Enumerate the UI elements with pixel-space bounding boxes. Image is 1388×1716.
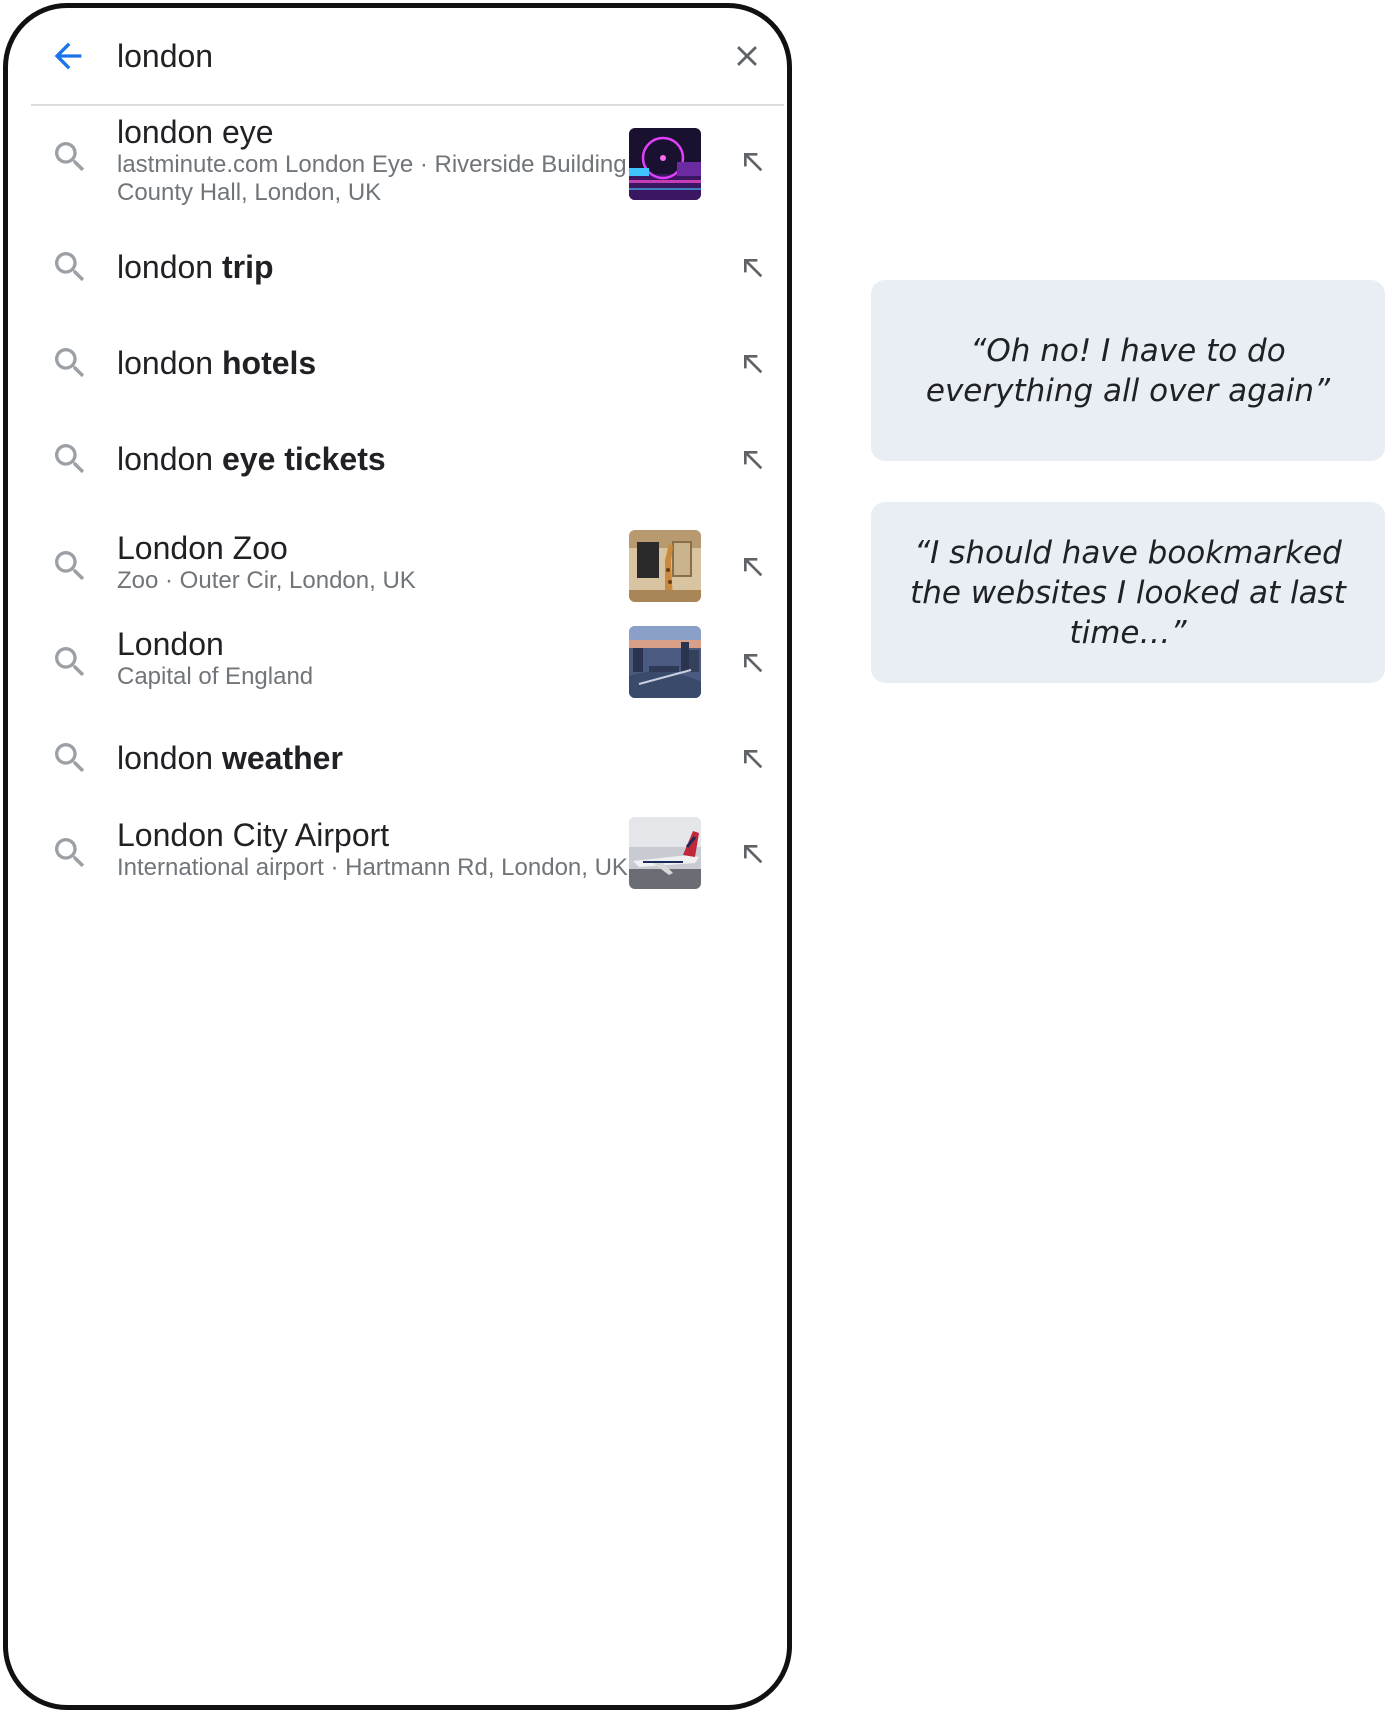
search-icon — [55, 743, 85, 773]
suggestion-row[interactable]: london hotels — [26, 333, 786, 393]
suggestion-row[interactable]: london trip — [26, 237, 786, 297]
search-icon — [55, 252, 85, 282]
suggestion-subtitle: Zoo · Outer Cir, London, UK — [117, 567, 416, 594]
quote-text: “Oh no! I have to do everything all over… — [926, 331, 1330, 411]
arrow-up-left-icon[interactable] — [736, 145, 768, 177]
suggestion-subtitle: Capital of England — [117, 663, 314, 690]
search-icon — [55, 838, 85, 868]
search-icon — [55, 551, 85, 581]
suggestion-subtitle: County Hall, London, UK — [117, 179, 382, 206]
suggestion-row[interactable]: London Capital of England — [26, 622, 786, 702]
arrow-up-left-icon[interactable] — [736, 837, 768, 869]
arrow-up-left-icon[interactable] — [736, 646, 768, 678]
quote-line: the websites I looked at last — [910, 574, 1346, 611]
thumbnail-image — [629, 817, 701, 889]
suggestion-title: London — [117, 626, 224, 662]
arrow-up-left-icon[interactable] — [736, 347, 768, 379]
suggestion-subtitle: International airport · Hartmann Rd, Lon… — [117, 854, 628, 881]
quote-line: “Oh no! I have to do — [970, 332, 1286, 369]
quote-text: “I should have bookmarked the websites I… — [910, 533, 1346, 653]
suggestion-row[interactable]: london weather — [26, 728, 786, 788]
arrow-up-left-icon[interactable] — [736, 550, 768, 582]
phone-frame: london eye lastminute.com London Eye · R… — [3, 3, 792, 1710]
quote-line: “I should have bookmarked — [914, 534, 1342, 571]
thumbnail-image — [629, 626, 701, 698]
suggestion-title: london weather — [117, 740, 343, 776]
suggestion-title: london trip — [117, 249, 274, 285]
suggestion-row[interactable]: london eye tickets — [26, 429, 786, 489]
suggestion-title: London City Airport — [117, 817, 390, 853]
suggestion-subtitle: lastminute.com London Eye · Riverside Bu… — [117, 151, 634, 178]
suggestion-row[interactable]: London Zoo Zoo · Outer Cir, London, UK — [26, 526, 786, 606]
arrow-left-icon[interactable] — [48, 36, 88, 76]
quote-line: time…” — [1069, 614, 1187, 651]
suggestion-text: London Zoo Zoo · Outer Cir, London, UK — [117, 529, 416, 595]
search-divider — [31, 104, 784, 106]
suggestion-text: london weather — [117, 739, 343, 777]
thumbnail-image — [629, 530, 701, 602]
close-icon[interactable] — [730, 39, 764, 73]
suggestion-title: London Zoo — [117, 530, 288, 566]
suggestion-text: london trip — [117, 248, 274, 286]
search-bar — [8, 8, 787, 105]
suggestion-title: london eye tickets — [117, 441, 386, 477]
search-icon — [55, 444, 85, 474]
suggestion-title: london eye — [117, 114, 274, 150]
search-icon — [55, 647, 85, 677]
suggestion-text: London City Airport International airpor… — [117, 816, 628, 882]
quote-bubble: “I should have bookmarked the websites I… — [871, 502, 1385, 683]
arrow-up-left-icon[interactable] — [736, 443, 768, 475]
suggestion-text: london hotels — [117, 344, 316, 382]
quote-bubble: “Oh no! I have to do everything all over… — [871, 280, 1385, 461]
search-icon — [55, 348, 85, 378]
arrow-up-left-icon[interactable] — [736, 742, 768, 774]
search-icon — [55, 142, 85, 172]
thumbnail-image — [629, 128, 701, 200]
search-input[interactable] — [117, 36, 637, 76]
suggestion-row[interactable]: London City Airport International airpor… — [26, 813, 786, 893]
suggestion-text: London Capital of England — [117, 625, 313, 691]
quote-line: everything all over again” — [925, 372, 1331, 409]
suggestion-title: london hotels — [117, 345, 317, 381]
arrow-up-left-icon[interactable] — [736, 251, 768, 283]
suggestion-text: london eye lastminute.com London Eye · R… — [117, 113, 633, 207]
suggestion-text: london eye tickets — [117, 440, 386, 478]
suggestion-row[interactable]: london eye lastminute.com London Eye · R… — [26, 113, 786, 208]
